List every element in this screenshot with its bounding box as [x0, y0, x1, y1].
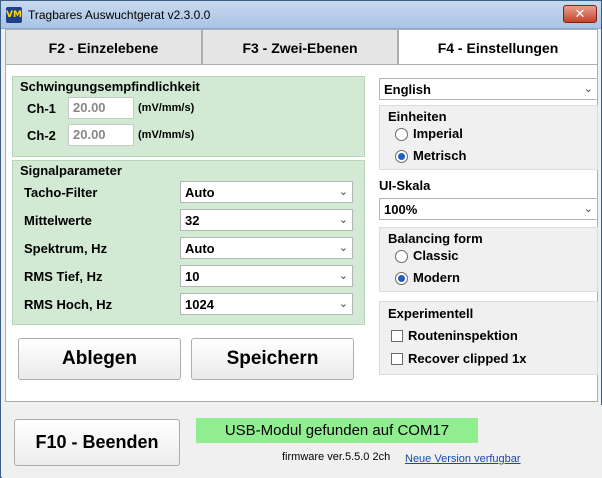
- rms-low-label: RMS Tief, Hz: [24, 269, 103, 284]
- rms-high-select[interactable]: 1024 ⌄: [180, 293, 353, 315]
- tab-single-plane[interactable]: F2 - Einzelebene: [5, 29, 202, 65]
- balancing-classic-label: Classic: [413, 248, 459, 263]
- chevron-down-icon: ⌄: [583, 83, 593, 95]
- ch2-sensitivity-input[interactable]: 20.00: [68, 124, 134, 146]
- tacho-filter-label: Tacho-Filter: [24, 185, 98, 200]
- ui-scale-value: 100%: [384, 202, 418, 217]
- status-footer: F10 - Beenden USB-Modul gefunden auf COM…: [2, 405, 602, 478]
- title-bar[interactable]: VM Tragbares Auswuchtgerat v2.3.0.0 ✕: [1, 1, 601, 29]
- ui-scale-select[interactable]: 100% ⌄: [379, 198, 598, 220]
- rms-high-value: 1024: [185, 297, 214, 312]
- app-window: VM Tragbares Auswuchtgerat v2.3.0.0 ✕ F2…: [0, 0, 602, 478]
- settings-panel: Schwingungsempfindlichkeit Ch-1 20.00 (m…: [5, 64, 598, 402]
- save-button[interactable]: Speichern: [191, 338, 354, 380]
- firmware-version: firmware ver.5.5.0 2ch: [282, 451, 391, 463]
- rms-high-label: RMS Hoch, Hz: [24, 297, 113, 312]
- new-version-link[interactable]: Neue Version verfugbar: [405, 453, 521, 465]
- ch1-label: Ch-1: [27, 101, 56, 116]
- sensitivity-group: Schwingungsempfindlichkeit Ch-1 20.00 (m…: [12, 76, 365, 157]
- chevron-down-icon: ⌄: [338, 186, 348, 198]
- route-inspection-label: Routeninspektion: [408, 328, 518, 343]
- tab-settings[interactable]: F4 - Einstellungen: [398, 29, 598, 66]
- chevron-down-icon: ⌄: [583, 203, 593, 215]
- sensitivity-title: Schwingungsempfindlichkeit: [20, 79, 200, 94]
- radio-icon[interactable]: [395, 250, 408, 263]
- rms-low-value: 10: [185, 269, 200, 284]
- averages-value: 32: [185, 213, 200, 228]
- close-icon: ✕: [574, 6, 586, 21]
- signal-params-title: Signalparameter: [20, 163, 122, 178]
- spectrum-value: Auto: [185, 241, 215, 256]
- rms-low-select[interactable]: 10 ⌄: [180, 265, 353, 287]
- ch2-label: Ch-2: [27, 128, 56, 143]
- radio-selected-icon[interactable]: [395, 150, 408, 163]
- chevron-down-icon: ⌄: [338, 242, 348, 254]
- ui-scale-title: UI-Skala: [379, 178, 431, 193]
- radio-selected-icon[interactable]: [395, 272, 408, 285]
- averages-label: Mittelwerte: [24, 213, 92, 228]
- tacho-filter-select[interactable]: Auto ⌄: [180, 181, 353, 203]
- close-button[interactable]: ✕: [563, 5, 597, 23]
- spectrum-label: Spektrum, Hz: [24, 241, 108, 256]
- app-logo-icon: VM: [6, 7, 22, 23]
- language-value: English: [384, 82, 431, 97]
- tab-bar: F2 - Einzelebene F3 - Zwei-Ebenen F4 - E…: [5, 29, 598, 66]
- checkbox-icon[interactable]: [391, 330, 403, 342]
- signal-params-group: Signalparameter Tacho-Filter Auto ⌄ Mitt…: [12, 160, 365, 325]
- ch2-unit: (mV/mm/s): [138, 129, 195, 141]
- units-metric-label: Metrisch: [413, 148, 467, 163]
- language-select[interactable]: English ⌄: [379, 78, 598, 100]
- units-group: Einheiten Imperial Metrisch: [379, 105, 598, 170]
- window-title: Tragbares Auswuchtgerat v2.3.0.0: [28, 8, 211, 22]
- chevron-down-icon: ⌄: [338, 214, 348, 226]
- tab-two-plane[interactable]: F3 - Zwei-Ebenen: [202, 29, 398, 65]
- balancing-form-group: Balancing form Classic Modern: [379, 227, 598, 292]
- radio-icon[interactable]: [395, 128, 408, 141]
- discard-button[interactable]: Ablegen: [18, 338, 181, 380]
- usb-status-badge: USB-Modul gefunden auf COM17: [196, 418, 478, 443]
- ch1-unit: (mV/mm/s): [138, 102, 195, 114]
- checkbox-icon[interactable]: [391, 353, 403, 365]
- averages-select[interactable]: 32 ⌄: [180, 209, 353, 231]
- spectrum-select[interactable]: Auto ⌄: [180, 237, 353, 259]
- ch1-sensitivity-input[interactable]: 20.00: [68, 97, 134, 119]
- tacho-filter-value: Auto: [185, 185, 215, 200]
- experimental-group: Experimentell Routeninspektion Recover c…: [379, 301, 598, 375]
- quit-button[interactable]: F10 - Beenden: [14, 419, 180, 466]
- chevron-down-icon: ⌄: [338, 270, 348, 282]
- recover-clipped-label: Recover clipped 1x: [408, 351, 527, 366]
- units-title: Einheiten: [388, 109, 447, 124]
- balancing-form-title: Balancing form: [388, 231, 483, 246]
- experimental-title: Experimentell: [388, 306, 474, 321]
- units-imperial-label: Imperial: [413, 126, 463, 141]
- chevron-down-icon: ⌄: [338, 298, 348, 310]
- balancing-modern-label: Modern: [413, 270, 460, 285]
